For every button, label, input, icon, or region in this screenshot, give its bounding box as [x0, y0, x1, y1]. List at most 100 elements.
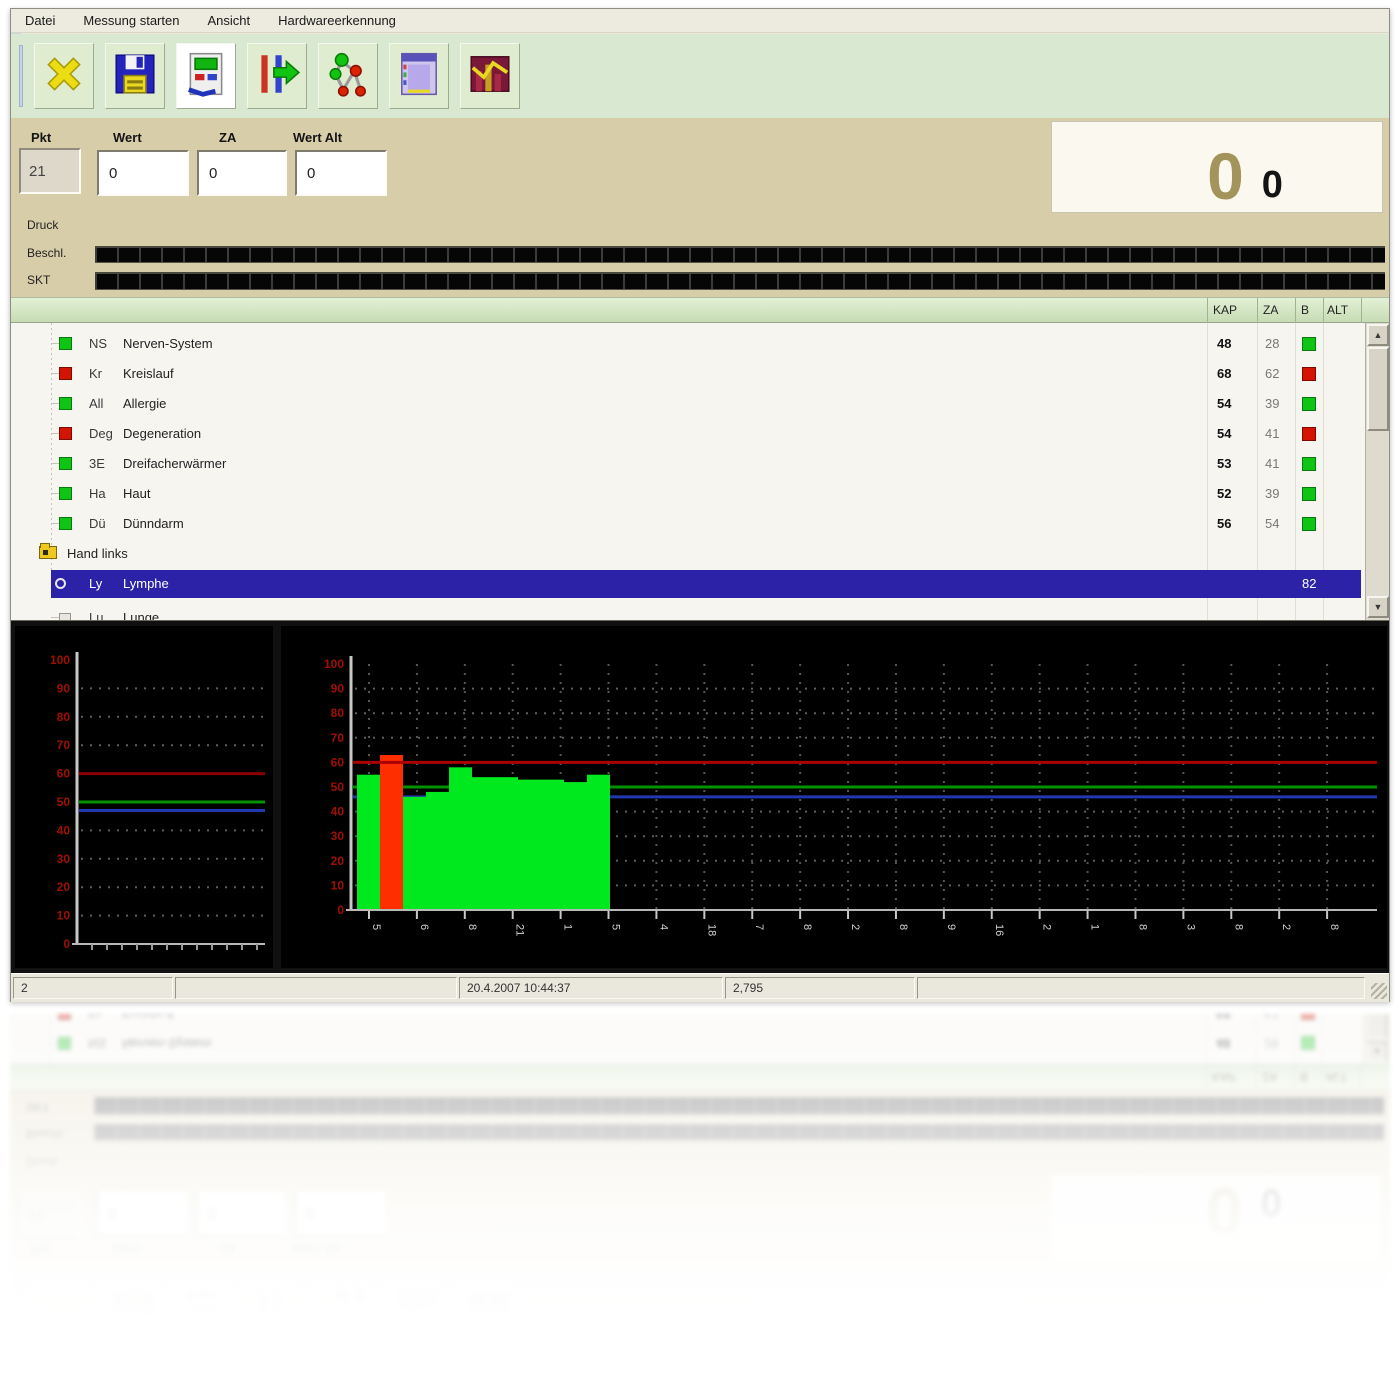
- scroll-up-button[interactable]: ▲: [1366, 1041, 1388, 1063]
- point-value: 21: [29, 163, 46, 180]
- svg-text:1: 1: [562, 924, 574, 930]
- save-button[interactable]: [105, 43, 165, 109]
- menu-item-hardwareerkennung[interactable]: Hardwareerkennung: [277, 1359, 395, 1374]
- column-header-strip: KAP ZA B ALT: [11, 297, 1389, 323]
- tree-connector-line: [50, 1014, 51, 1064]
- za-input[interactable]: 0: [196, 1191, 286, 1237]
- beschl-signal-bar: [94, 1124, 1384, 1141]
- wert-input[interactable]: 0: [97, 150, 189, 196]
- svg-text:40: 40: [57, 823, 71, 837]
- table-row[interactable]: NSNerven-System4828: [10, 1028, 1390, 1058]
- save-button[interactable]: [104, 1278, 164, 1344]
- svg-text:5: 5: [370, 924, 382, 930]
- svg-text:60: 60: [331, 755, 345, 769]
- row-b-square-icon: [1301, 1014, 1315, 1020]
- za-value: 0: [209, 165, 217, 182]
- scroll-down-button[interactable]: ▼: [1367, 596, 1389, 618]
- point-value-box: 21: [18, 1193, 80, 1239]
- menu-item-hardwareerkennung[interactable]: Hardwareerkennung: [278, 13, 396, 28]
- menu-item-ansicht[interactable]: Ansicht: [206, 1359, 249, 1374]
- column-header-b: B: [1301, 303, 1309, 317]
- device-icon: [180, 1284, 230, 1339]
- skt-signal-bar: [95, 272, 1385, 290]
- svg-text:5: 5: [610, 924, 622, 930]
- menu-item-messung-starten[interactable]: Messung starten: [82, 1359, 178, 1374]
- za-label: ZA: [218, 1242, 235, 1257]
- svg-text:8: 8: [801, 924, 813, 930]
- scrollbar-thumb[interactable]: [1367, 347, 1389, 431]
- vertical-scrollbar[interactable]: ▲ ▼: [1365, 323, 1389, 621]
- cancel-button[interactable]: [34, 43, 94, 109]
- tree-button[interactable]: [317, 1278, 377, 1344]
- druck-label: Druck: [27, 218, 58, 232]
- table-row[interactable]: KrKreislauf6862: [11, 359, 1389, 389]
- resize-grip[interactable]: [1371, 983, 1387, 999]
- row-code: Dü: [89, 516, 106, 531]
- table-row[interactable]: DegDegeneration5441: [11, 419, 1389, 449]
- column-header-kap: KAP: [1213, 303, 1237, 317]
- svg-text:2: 2: [1041, 924, 1053, 930]
- device-button[interactable]: [175, 1278, 235, 1344]
- table-row[interactable]: KrKreislauf6862: [10, 1014, 1390, 1028]
- tree-button[interactable]: [318, 43, 378, 109]
- scrollbar-thumb[interactable]: [1366, 1014, 1388, 1040]
- row-za-value: 39: [1265, 486, 1293, 501]
- menu-bar: Datei Messung starten Ansicht Hardwareerken…: [10, 1354, 1390, 1378]
- probe-button[interactable]: [246, 1278, 306, 1344]
- svg-text:100: 100: [50, 653, 70, 667]
- display-secondary-value: 0: [1261, 1181, 1282, 1221]
- point-value: 21: [28, 1208, 45, 1225]
- report-button[interactable]: [388, 1278, 448, 1344]
- svg-text:90: 90: [57, 681, 71, 695]
- probe-button[interactable]: [247, 43, 307, 109]
- wert-alt-input[interactable]: 0: [295, 150, 387, 196]
- wert-input[interactable]: 0: [96, 1191, 188, 1237]
- beschl-signal-bar: [95, 246, 1385, 263]
- menu-item-datei[interactable]: Datei: [25, 13, 55, 28]
- svg-text:8: 8: [897, 924, 909, 930]
- toolbar-grip[interactable]: [18, 1280, 22, 1342]
- table-row[interactable]: NSNerven-System4828: [11, 329, 1389, 359]
- cancel-icon: [39, 49, 89, 104]
- table-row[interactable]: HaHaut5239: [11, 479, 1389, 509]
- measurement-panel: Pkt 21 Wert 0 ZA 0 Wert Alt 0 0 0 Druck …: [10, 1090, 1390, 1269]
- selected-row-lymphe[interactable]: Ly Lymphe 82: [51, 570, 1361, 598]
- background-window-edge: [10, 1048, 20, 1378]
- probe-icon: [252, 49, 302, 104]
- svg-text:7: 7: [753, 924, 765, 930]
- table-row[interactable]: 3EDreifacherwärmer5341: [11, 449, 1389, 479]
- row-name: Nerven-System: [123, 336, 213, 351]
- row-name: Kreislauf: [123, 366, 174, 381]
- row-name: Lymphe: [123, 576, 169, 591]
- overview-chart: 0102030405060708090100: [15, 626, 273, 968]
- menu-item-messung-starten[interactable]: Messung starten: [83, 13, 179, 28]
- report-button[interactable]: [389, 43, 449, 109]
- tree-connector: [51, 403, 59, 404]
- chart-button[interactable]: [460, 43, 520, 109]
- scroll-up-button[interactable]: ▲: [1367, 324, 1389, 346]
- row-kap-value: 54: [1217, 426, 1251, 441]
- column-header-za: ZA: [1263, 303, 1278, 317]
- partial-row-lunge[interactable]: Lu Lunge: [11, 603, 1389, 621]
- tree-node-icon: [59, 613, 71, 621]
- svg-text:8: 8: [1232, 924, 1244, 930]
- vertical-scrollbar[interactable]: ▲ ▼: [1364, 1014, 1389, 1064]
- za-value: 0: [208, 1206, 216, 1223]
- za-input[interactable]: 0: [197, 150, 287, 196]
- table-row[interactable]: DüDünndarm5654: [11, 509, 1389, 539]
- toolbar-grip[interactable]: [19, 45, 23, 107]
- table-row[interactable]: AllAllergie5439: [11, 389, 1389, 419]
- device-button[interactable]: [176, 43, 236, 109]
- tree-connector: [51, 463, 59, 464]
- cancel-icon: [38, 1284, 88, 1339]
- beschl-label: Beschl.: [27, 246, 66, 260]
- results-list: NSNerven-System4828KrKreislauf6862AllAll…: [11, 323, 1389, 621]
- cancel-button[interactable]: [33, 1278, 93, 1344]
- menu-item-ansicht[interactable]: Ansicht: [207, 13, 250, 28]
- svg-text:80: 80: [57, 710, 71, 724]
- row-za-value: 62: [1264, 1014, 1292, 1021]
- group-row-hand-links[interactable]: Hand links: [11, 539, 1389, 569]
- wert-alt-input[interactable]: 0: [294, 1191, 386, 1237]
- chart-button[interactable]: [459, 1278, 519, 1344]
- menu-item-datei[interactable]: Datei: [24, 1359, 54, 1374]
